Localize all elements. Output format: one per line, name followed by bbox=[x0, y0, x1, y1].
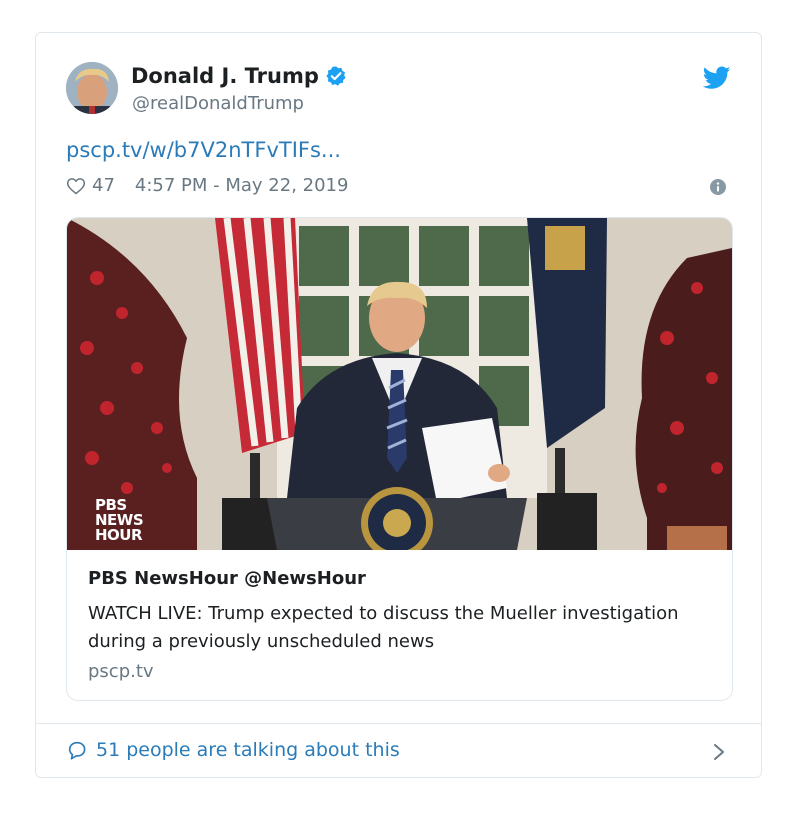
conversation-link[interactable]: 51 people are talking about this bbox=[66, 739, 400, 761]
preview-description: WATCH LIVE: Trump expected to discuss th… bbox=[88, 603, 679, 652]
embedded-tweet-card: Donald J. Trump @realDonaldTrump pscp.tv… bbox=[35, 32, 762, 778]
preview-domain: pscp.tv bbox=[88, 661, 154, 682]
info-icon[interactable] bbox=[710, 179, 726, 195]
verified-badge-icon bbox=[326, 66, 346, 86]
like-count[interactable]: 47 bbox=[92, 175, 115, 196]
tweet-meta: 47 4:57 PM - May 22, 2019 bbox=[66, 175, 348, 196]
author-name-text: Donald J. Trump bbox=[131, 64, 319, 88]
preview-title: PBS NewsHour @NewsHour bbox=[88, 568, 366, 589]
conversation-count-text: 51 people are talking about this bbox=[96, 739, 400, 761]
pbs-newshour-watermark: PBS NEWS HOUR bbox=[95, 498, 144, 544]
avatar[interactable] bbox=[66, 62, 118, 114]
link-preview-card[interactable]: PBS NEWS HOUR PBS NewsHour @NewsHour WAT… bbox=[66, 217, 733, 701]
author-name[interactable]: Donald J. Trump bbox=[131, 64, 347, 88]
heart-icon[interactable] bbox=[66, 176, 86, 196]
author-handle[interactable]: @realDonaldTrump bbox=[132, 93, 304, 114]
watermark-line-3: HOUR bbox=[95, 526, 143, 544]
twitter-bird-icon[interactable] bbox=[703, 66, 731, 90]
preview-image bbox=[67, 218, 732, 550]
chevron-right-icon[interactable] bbox=[711, 741, 727, 763]
divider bbox=[36, 723, 761, 724]
tweet-timestamp[interactable]: 4:57 PM - May 22, 2019 bbox=[135, 175, 349, 196]
tweet-link[interactable]: pscp.tv/w/b7V2nTFvTIFs... bbox=[66, 138, 341, 162]
speech-bubble-icon bbox=[68, 741, 86, 760]
